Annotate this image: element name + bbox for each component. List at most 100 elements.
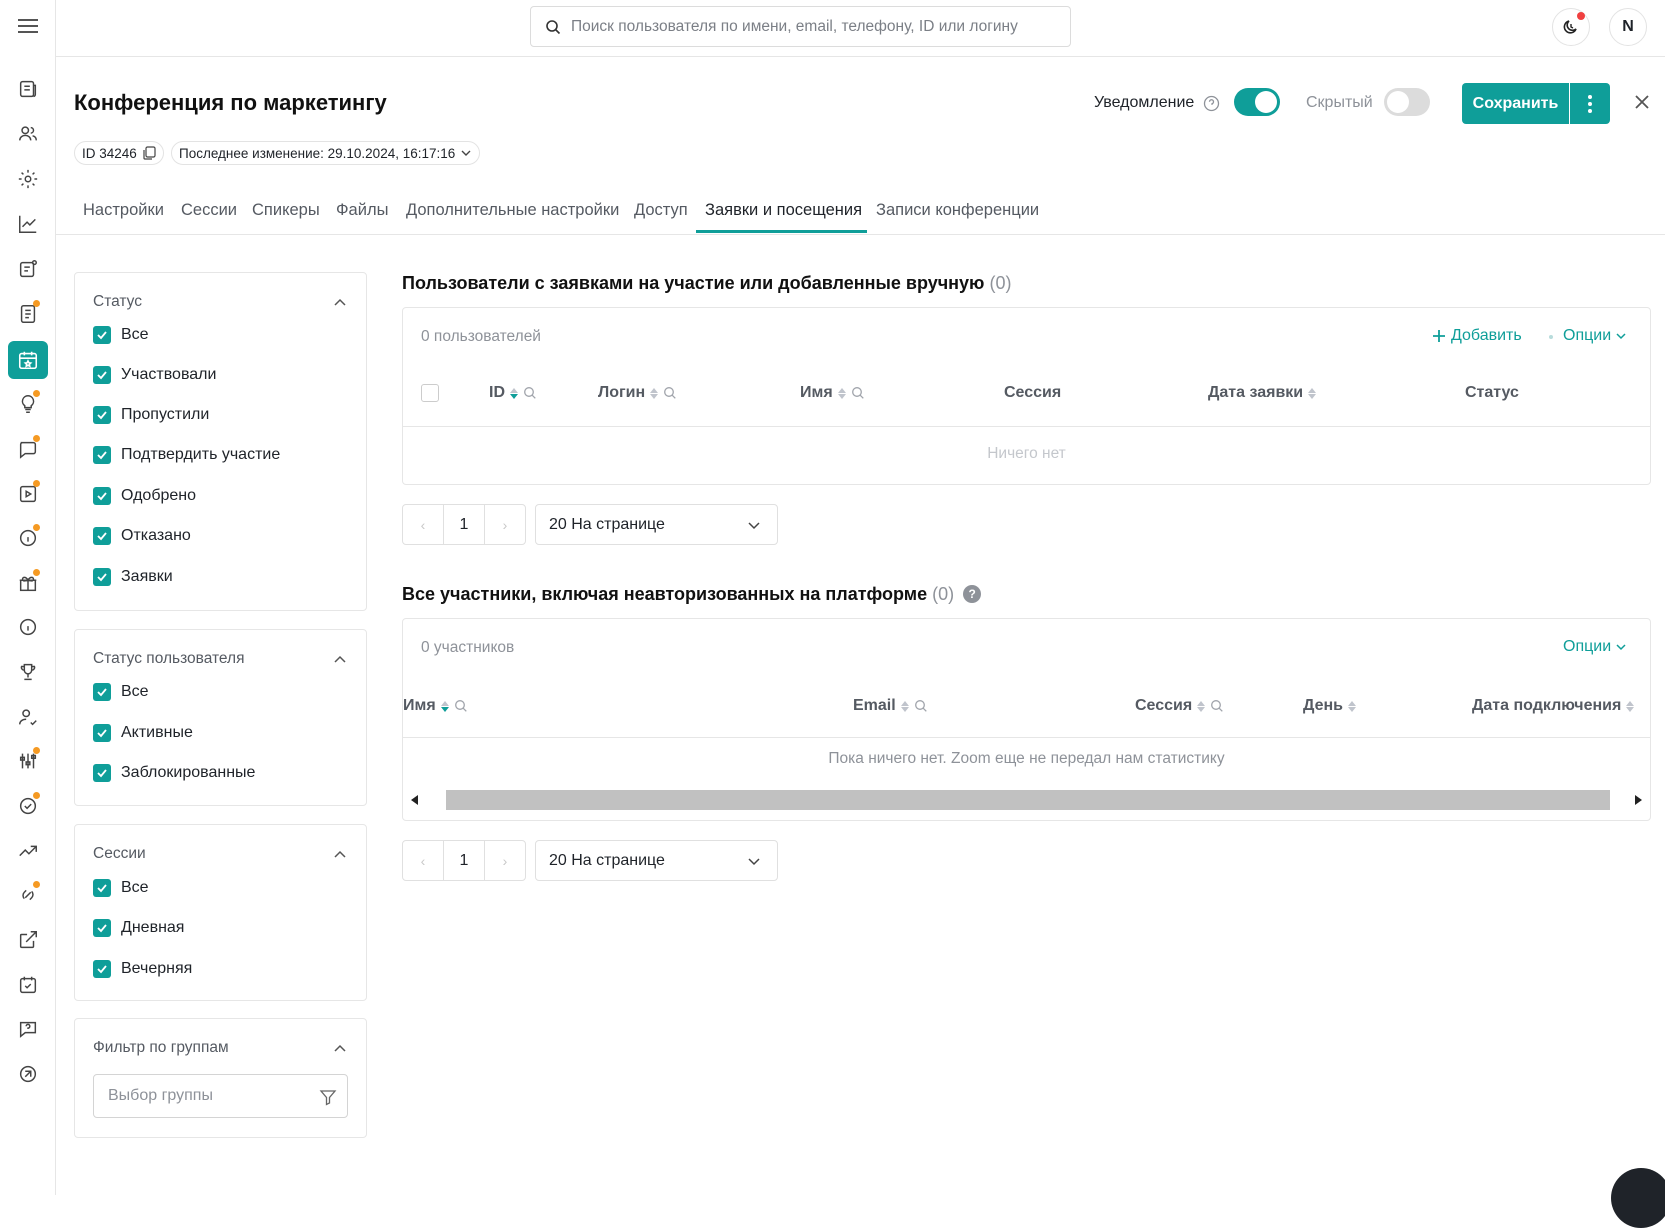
nav-documents-icon[interactable] — [8, 295, 48, 333]
user-status-option[interactable]: Активные — [93, 724, 193, 742]
status-option[interactable]: Участвовали — [93, 366, 216, 384]
user-status-option[interactable]: Заблокированные — [93, 764, 255, 782]
sort-icon[interactable] — [837, 387, 846, 399]
checkbox-checked-icon[interactable] — [93, 406, 111, 424]
tab-access[interactable]: Доступ — [634, 201, 688, 220]
notifications-button[interactable] — [1552, 8, 1590, 46]
nav-ideas-icon[interactable] — [8, 385, 48, 423]
chevron-up-icon[interactable] — [332, 295, 348, 311]
save-button[interactable]: Сохранить — [1462, 83, 1569, 124]
select-all-checkbox[interactable] — [421, 384, 439, 402]
checkbox-checked-icon[interactable] — [93, 919, 111, 937]
checkbox-checked-icon[interactable] — [93, 527, 111, 545]
column-header-name[interactable]: Имя — [800, 384, 865, 402]
hidden-toggle[interactable] — [1384, 88, 1430, 116]
search-icon[interactable] — [851, 386, 865, 400]
options-dropdown[interactable]: Опции — [1563, 327, 1627, 345]
tab-additional-settings[interactable]: Дополнительные настройки — [406, 201, 619, 220]
more-actions-button[interactable] — [1570, 83, 1610, 124]
sort-icon[interactable] — [440, 700, 449, 712]
nav-chat-icon[interactable] — [8, 430, 48, 468]
next-page-button[interactable]: › — [485, 505, 525, 544]
options-dropdown[interactable]: Опции — [1563, 638, 1627, 656]
current-page[interactable]: 1 — [443, 841, 485, 880]
user-search-input[interactable]: Поиск пользователя по имени, email, теле… — [530, 6, 1071, 47]
prev-page-button[interactable]: ‹ — [403, 505, 443, 544]
nav-integrations-icon[interactable] — [8, 876, 48, 914]
user-avatar[interactable]: N — [1609, 8, 1647, 46]
checkbox-checked-icon[interactable] — [93, 683, 111, 701]
per-page-select[interactable]: 20 На странице — [535, 840, 778, 881]
status-option[interactable]: Отказано — [93, 527, 191, 545]
status-option[interactable]: Все — [93, 326, 149, 344]
checkbox-checked-icon[interactable] — [93, 366, 111, 384]
status-option[interactable]: Заявки — [93, 568, 173, 586]
close-icon[interactable] — [1631, 91, 1653, 113]
scroll-right-arrow-icon[interactable] — [1634, 795, 1642, 805]
nav-support-icon[interactable] — [8, 1055, 48, 1093]
checkbox-checked-icon[interactable] — [93, 960, 111, 978]
checkbox-checked-icon[interactable] — [93, 487, 111, 505]
search-icon[interactable] — [663, 386, 677, 400]
checkbox-checked-icon[interactable] — [93, 724, 111, 742]
nav-trophy-icon[interactable] — [8, 653, 48, 691]
per-page-select[interactable]: 20 На странице — [535, 504, 778, 545]
checkbox-checked-icon[interactable] — [93, 568, 111, 586]
tab-recordings[interactable]: Записи конференции — [876, 201, 1039, 220]
sort-icon[interactable] — [1348, 700, 1356, 712]
column-header-email[interactable]: Email — [853, 697, 928, 715]
search-icon[interactable] — [523, 386, 537, 400]
scrollbar-thumb[interactable] — [446, 790, 1610, 810]
column-header-day[interactable]: День — [1303, 697, 1356, 715]
nav-users-icon[interactable] — [8, 115, 48, 153]
notification-toggle[interactable] — [1234, 88, 1280, 116]
sort-icon[interactable] — [1197, 700, 1206, 712]
nav-sliders-icon[interactable] — [8, 742, 48, 780]
session-option[interactable]: Все — [93, 879, 149, 897]
nav-help-icon[interactable] — [8, 1010, 48, 1048]
nav-articles-icon[interactable] — [8, 250, 48, 288]
help-circle-icon[interactable] — [1203, 95, 1220, 112]
nav-analytics-icon[interactable] — [8, 205, 48, 243]
tab-settings[interactable]: Настройки — [83, 201, 164, 220]
search-icon[interactable] — [454, 699, 468, 713]
id-badge[interactable]: ID 34246 — [74, 141, 164, 165]
checkbox-checked-icon[interactable] — [93, 446, 111, 464]
column-header-login[interactable]: Логин — [598, 384, 677, 402]
nav-check-circle-icon[interactable] — [8, 787, 48, 825]
checkbox-checked-icon[interactable] — [93, 879, 111, 897]
nav-gifts-icon[interactable] — [8, 564, 48, 602]
chevron-up-icon[interactable] — [332, 847, 348, 863]
nav-tasks-icon[interactable] — [8, 966, 48, 1004]
group-select-input[interactable]: Выбор группы — [93, 1074, 348, 1118]
column-header-id[interactable]: ID — [489, 384, 537, 402]
status-option[interactable]: Одобрено — [93, 487, 196, 505]
scroll-left-arrow-icon[interactable] — [411, 795, 419, 805]
chevron-up-icon[interactable] — [332, 1041, 348, 1057]
sort-icon[interactable] — [510, 387, 518, 399]
nav-settings-icon[interactable] — [8, 160, 48, 198]
nav-external-link-icon[interactable] — [8, 921, 48, 959]
column-header-name[interactable]: Имя — [403, 697, 468, 715]
status-option[interactable]: Пропустили — [93, 406, 209, 424]
copy-icon[interactable] — [142, 146, 156, 160]
nav-info-icon[interactable] — [8, 519, 48, 557]
next-page-button[interactable]: › — [485, 841, 525, 880]
tab-applications-visits[interactable]: Заявки и посещения — [705, 201, 862, 220]
search-icon[interactable] — [914, 699, 928, 713]
current-page[interactable]: 1 — [443, 505, 485, 544]
nav-trending-icon[interactable] — [8, 832, 48, 870]
checkbox-checked-icon[interactable] — [93, 764, 111, 782]
sort-icon[interactable] — [1626, 700, 1635, 712]
checkbox-checked-icon[interactable] — [93, 326, 111, 344]
nav-events-calendar-icon[interactable] — [8, 341, 48, 379]
add-user-button[interactable]: Добавить — [1431, 327, 1522, 345]
column-header-session[interactable]: Сессия — [1135, 697, 1224, 715]
nav-news-icon[interactable] — [8, 70, 48, 108]
column-header-connection-date[interactable]: Дата подключения — [1472, 697, 1635, 715]
chevron-up-icon[interactable] — [332, 652, 348, 668]
search-icon[interactable] — [1210, 699, 1224, 713]
horizontal-scrollbar[interactable] — [403, 788, 1650, 812]
nav-about-icon[interactable] — [8, 608, 48, 646]
tab-files[interactable]: Файлы — [336, 201, 388, 220]
